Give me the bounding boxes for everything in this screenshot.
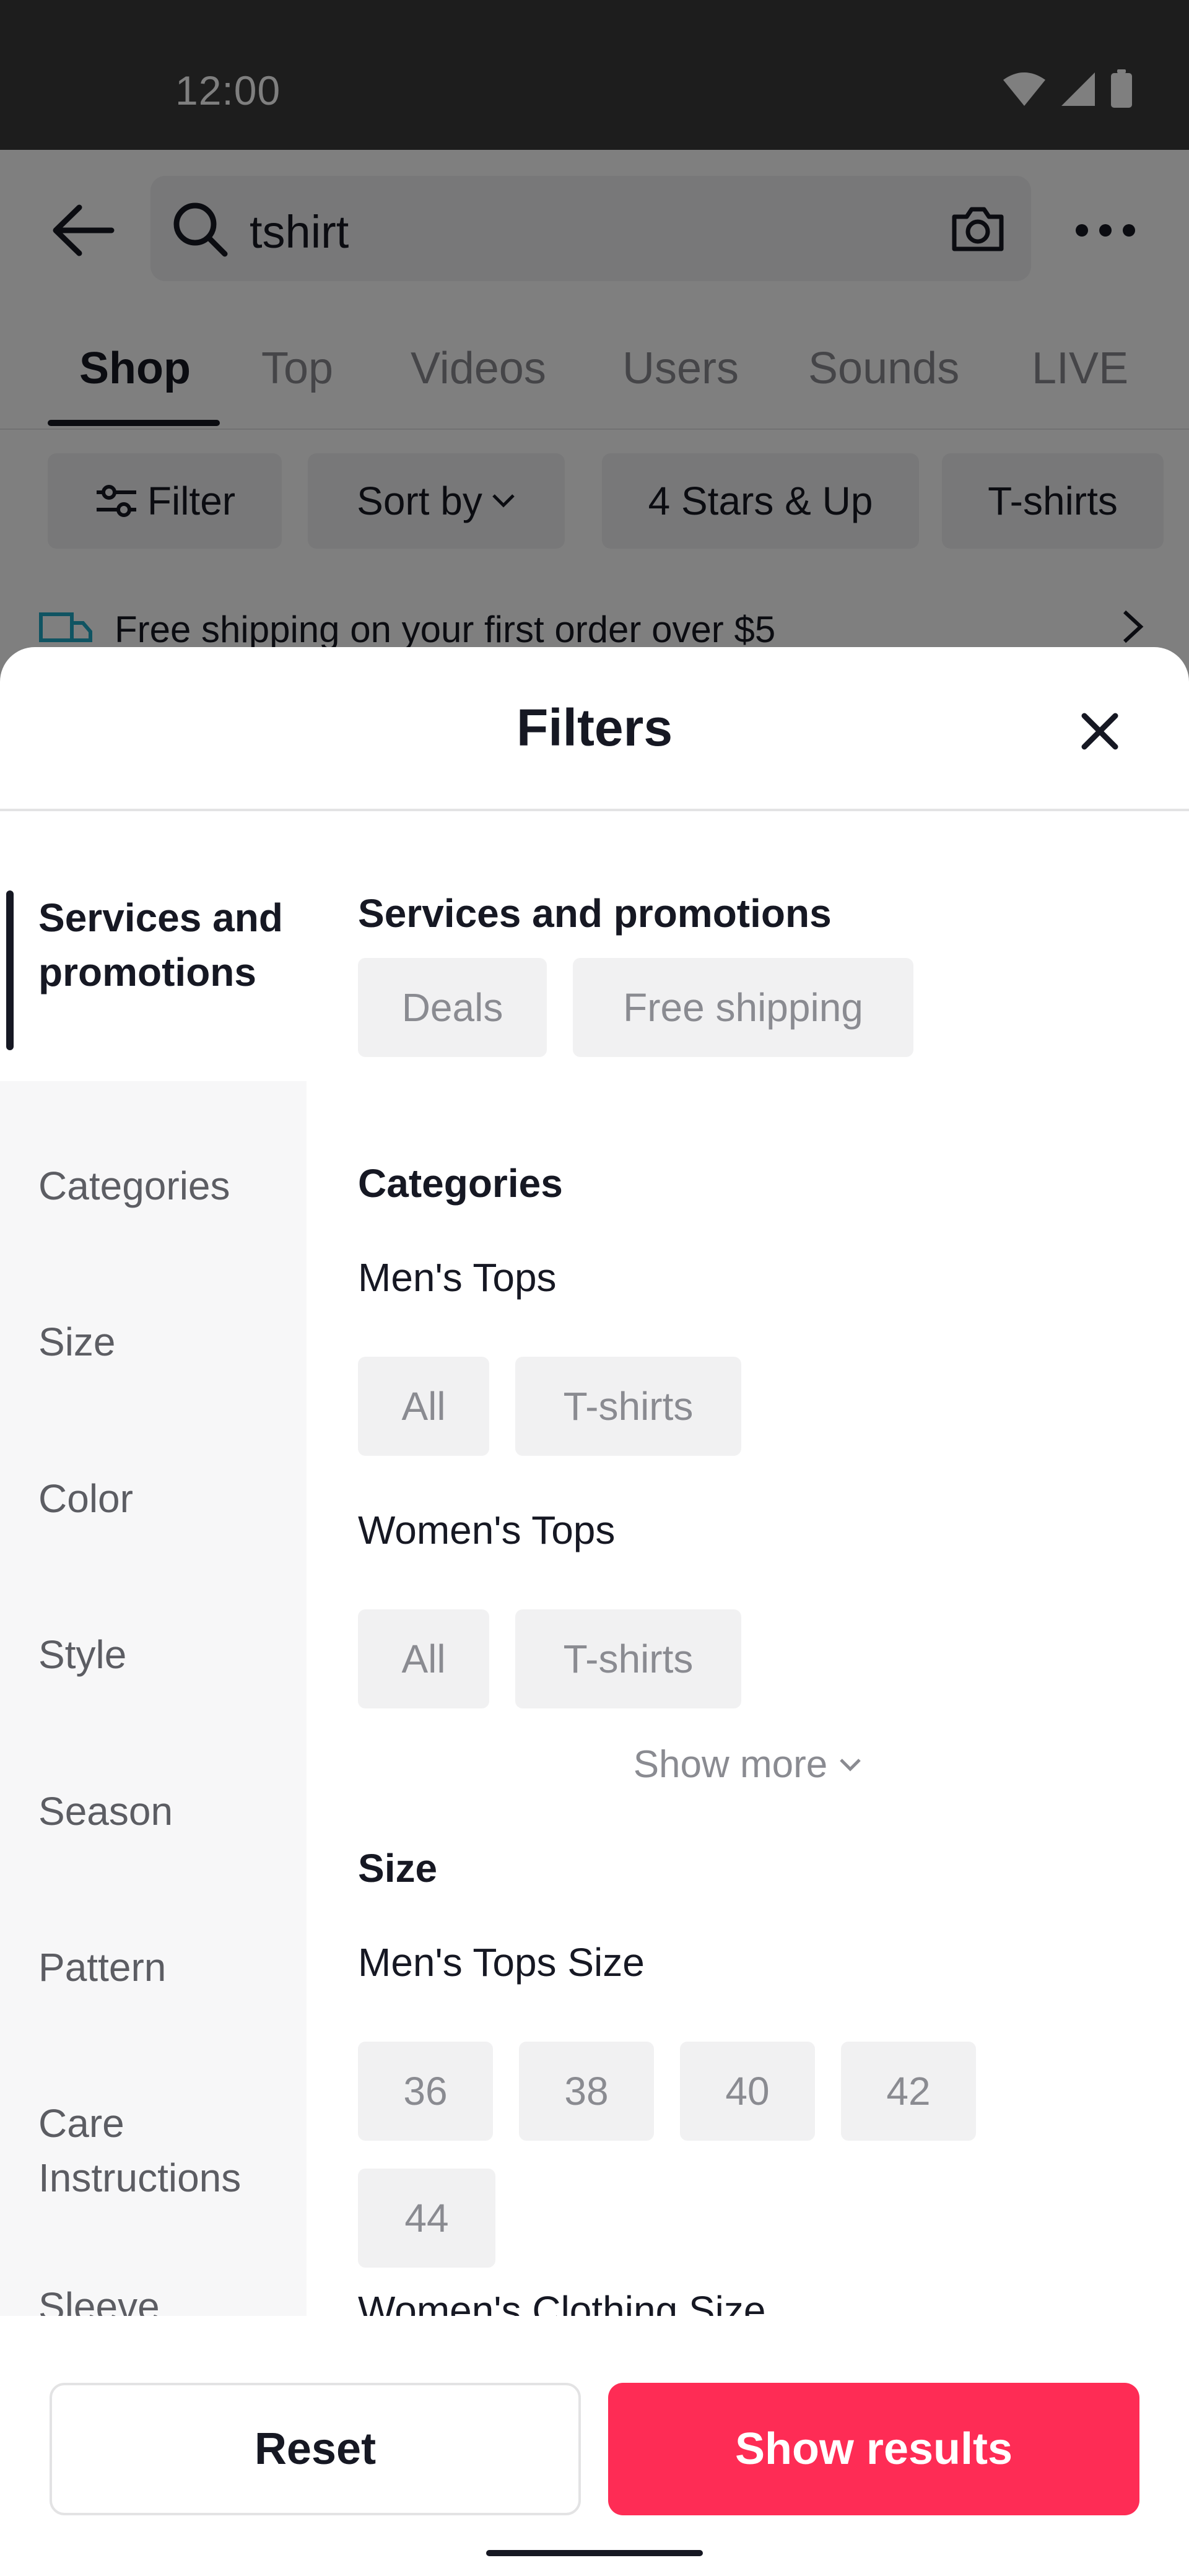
nav-item-care-instructions[interactable]: Care Instructions — [0, 2096, 297, 2205]
size-chip-40[interactable]: 40 — [680, 2042, 815, 2141]
size-chip-38[interactable]: 38 — [519, 2042, 654, 2141]
womens-tops-all-chip[interactable]: All — [358, 1609, 489, 1708]
reset-button[interactable]: Reset — [50, 2383, 581, 2515]
sheet-footer: Reset Show results — [0, 2316, 1189, 2576]
nav-item-size[interactable]: Size — [0, 1315, 307, 1369]
womens-tops-tshirts-chip[interactable]: T-shirts — [515, 1609, 741, 1708]
nav-item-pattern[interactable]: Pattern — [0, 1940, 307, 1995]
womens-tops-label: Women's Tops — [358, 1508, 616, 1552]
sheet-title: Filters — [516, 698, 673, 757]
size-chip-44[interactable]: 44 — [358, 2169, 495, 2268]
nav-item-season[interactable]: Season — [0, 1784, 307, 1838]
deals-chip[interactable]: Deals — [358, 958, 547, 1057]
size-chip-36[interactable]: 36 — [358, 2042, 493, 2141]
size-chip-42[interactable]: 42 — [841, 2042, 976, 2141]
active-nav-indicator — [6, 890, 14, 1050]
mens-tops-size-label: Men's Tops Size — [358, 1940, 645, 1985]
close-icon — [1081, 713, 1118, 750]
show-more-label: Show more — [633, 1743, 828, 1786]
nav-item-label: Services and promotions — [38, 895, 283, 994]
nav-item-categories[interactable]: Categories — [0, 1159, 307, 1213]
nav-item-style[interactable]: Style — [0, 1627, 307, 1682]
filters-sheet: Filters Services and promotions Categori… — [0, 647, 1189, 2576]
mens-tops-tshirts-chip[interactable]: T-shirts — [515, 1357, 741, 1456]
sheet-header: Filters — [0, 647, 1189, 811]
filter-options-panel: Services and promotions Deals Free shipp… — [307, 814, 1189, 2316]
home-indicator[interactable] — [486, 2550, 703, 2556]
mens-tops-all-chip[interactable]: All — [358, 1357, 489, 1456]
show-results-button[interactable]: Show results — [608, 2383, 1139, 2515]
services-section-title: Services and promotions — [358, 891, 832, 936]
nav-item-services-promotions[interactable]: Services and promotions — [0, 814, 307, 1081]
size-section-title: Size — [358, 1846, 438, 1891]
filter-category-nav: Services and promotions Categories Size … — [0, 814, 307, 2329]
nav-item-color[interactable]: Color — [0, 1471, 307, 1526]
free-shipping-chip[interactable]: Free shipping — [573, 958, 913, 1057]
womens-clothing-size-label: Women's Clothing Size — [358, 2288, 766, 2316]
categories-section-title: Categories — [358, 1161, 563, 1206]
mens-tops-label: Men's Tops — [358, 1255, 557, 1300]
chevron-down-icon — [840, 1758, 861, 1772]
close-button[interactable] — [1063, 694, 1137, 768]
show-more-button[interactable]: Show more — [307, 1743, 1189, 1786]
